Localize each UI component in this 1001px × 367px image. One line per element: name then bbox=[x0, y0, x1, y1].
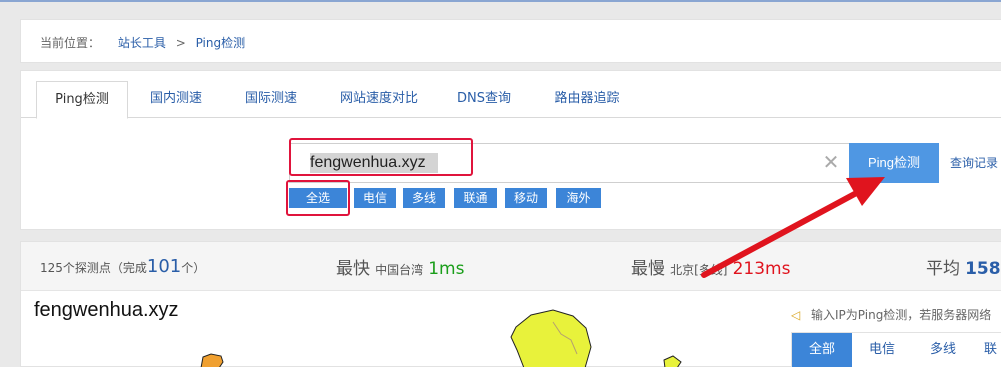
annotation-arrow bbox=[701, 177, 885, 278]
